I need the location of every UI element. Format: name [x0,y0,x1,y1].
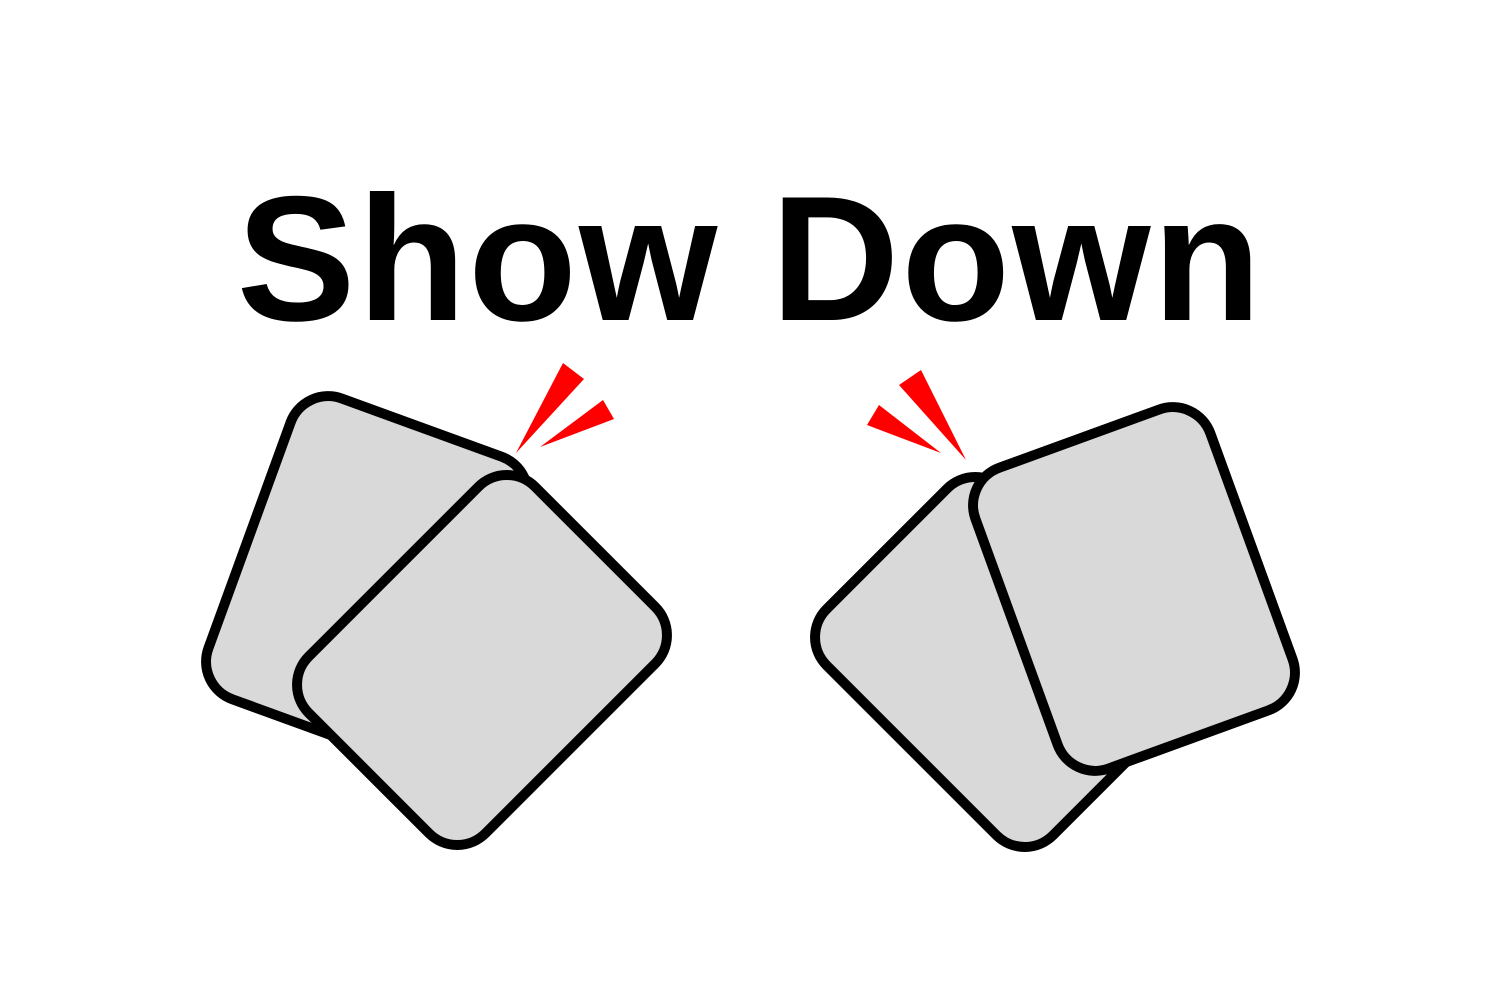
showdown-illustration: Show Down [0,0,1500,1000]
right-impact-burst-icon [867,370,966,460]
left-card-pair [201,391,672,850]
right-card-pair [810,402,1300,852]
left-impact-burst-icon [516,363,614,453]
cards-artwork [201,363,1300,852]
